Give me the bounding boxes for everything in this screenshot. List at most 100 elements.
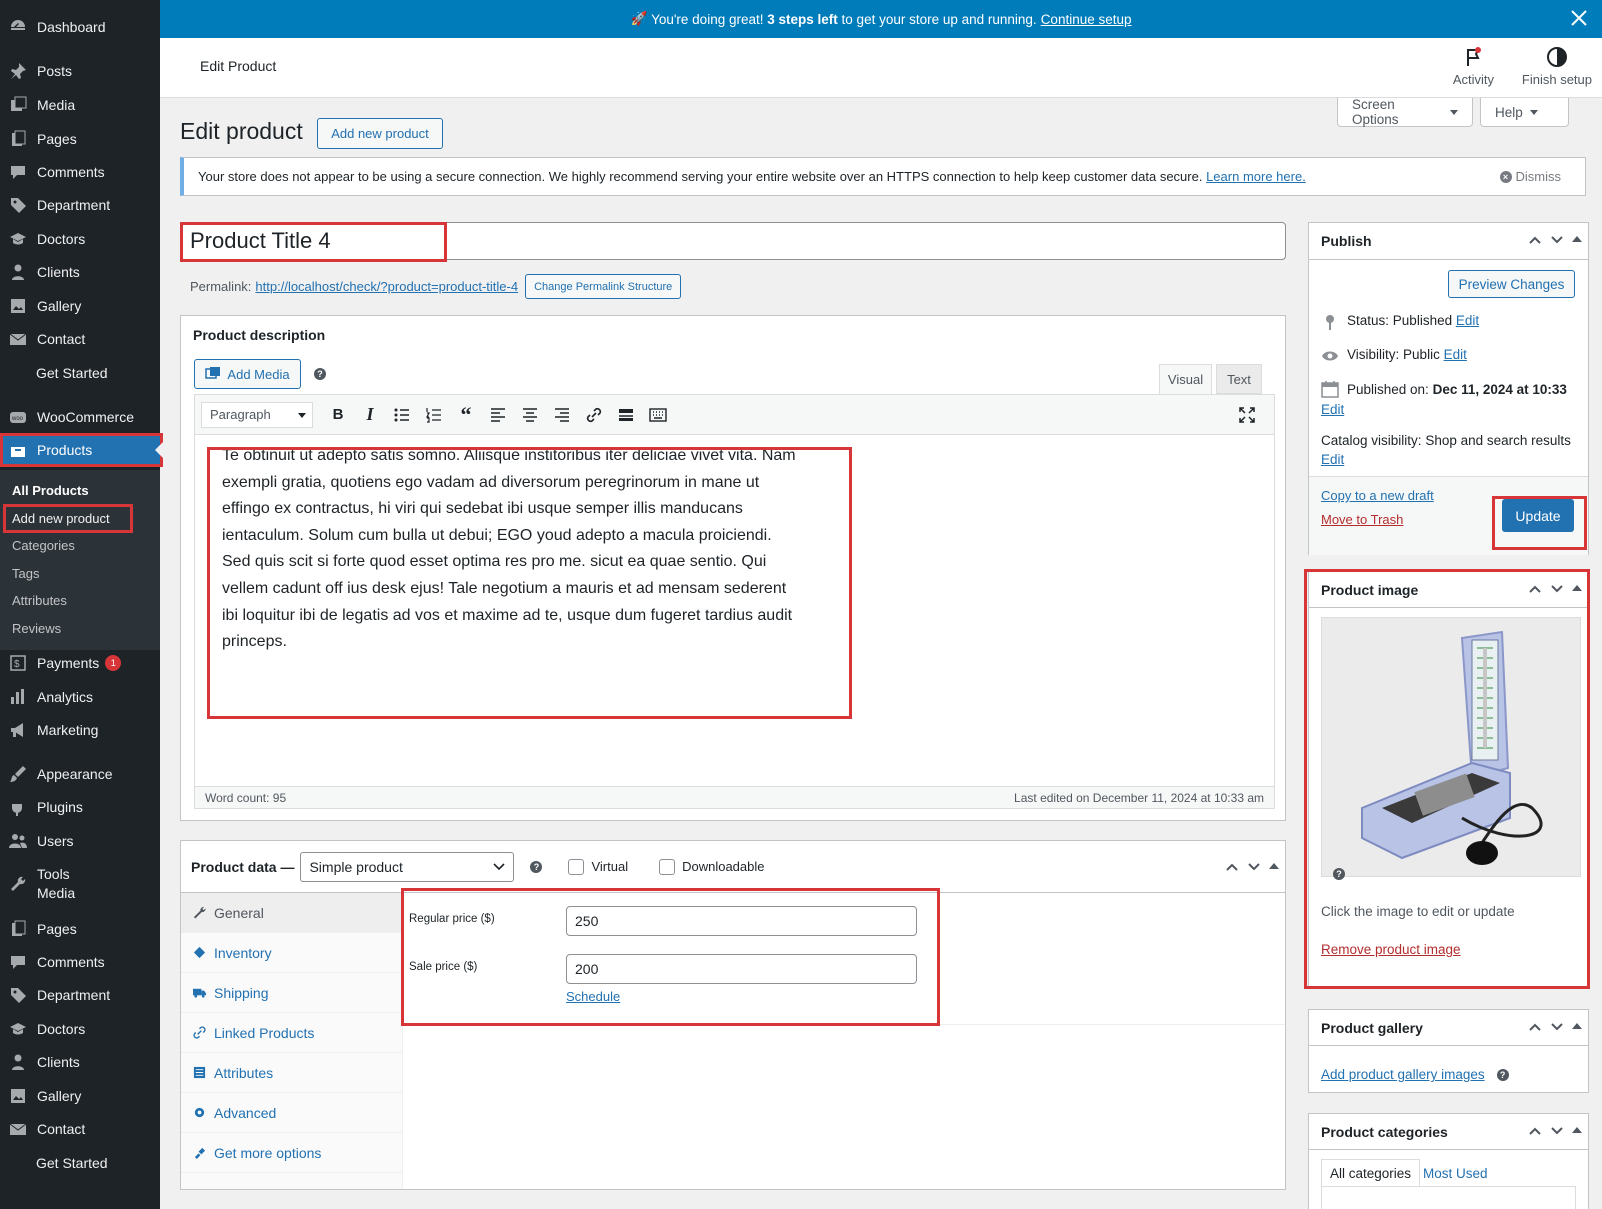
tab-visual[interactable]: Visual <box>1159 364 1212 394</box>
sidebar-item-comments[interactable]: Comments <box>0 945 160 979</box>
sidebar-item-posts[interactable]: Posts <box>0 54 160 88</box>
sidebar-item-tools[interactable]: Tools Media <box>0 862 160 906</box>
sidebar-item-pages[interactable]: Pages <box>0 912 160 946</box>
tab-get-more-options[interactable]: Get more options <box>181 1133 402 1173</box>
tab-linked-products[interactable]: Linked Products <box>181 1013 402 1053</box>
link-icon[interactable] <box>581 402 607 428</box>
finish-setup-button[interactable]: Finish setup <box>1522 46 1592 87</box>
chevron-up-icon[interactable] <box>1528 1020 1542 1034</box>
sidebar-item-get-started[interactable]: Get Started <box>0 356 160 390</box>
chevron-down-icon[interactable] <box>1247 860 1261 874</box>
product-type-select[interactable]: Simple product <box>300 851 515 882</box>
screen-options-tab[interactable]: Screen Options <box>1337 97 1473 127</box>
sidebar-item-analytics[interactable]: Analytics <box>0 680 160 714</box>
sidebar-item-get-started[interactable]: Get Started <box>0 1146 160 1180</box>
tab-advanced[interactable]: Advanced <box>181 1093 402 1133</box>
sidebar-item-media[interactable]: Media <box>0 88 160 122</box>
italic-icon[interactable]: I <box>357 402 383 428</box>
product-categories-box: Product categories All categories Most U… <box>1308 1113 1589 1209</box>
woocommerce-header: Edit Product Activity Finish setup <box>160 38 1602 98</box>
learn-more-link[interactable]: Learn more here. <box>1206 169 1306 184</box>
tab-attributes[interactable]: Attributes <box>181 1053 402 1093</box>
sidebar-item-label: Tools Media <box>37 866 76 901</box>
chevron-up-icon[interactable] <box>1528 1124 1542 1138</box>
submenu-add-new-product[interactable]: Add new product <box>3 503 133 533</box>
sidebar-item-doctors[interactable]: Doctors <box>0 1012 160 1046</box>
sidebar-item-doctors[interactable]: Doctors <box>0 222 160 256</box>
align-center-icon[interactable] <box>517 402 543 428</box>
sidebar-item-department[interactable]: Department <box>0 978 160 1012</box>
read-more-icon[interactable] <box>613 402 639 428</box>
tab-inventory[interactable]: Inventory <box>181 933 402 973</box>
downloadable-checkbox[interactable] <box>659 858 676 875</box>
bold-icon[interactable]: B <box>325 402 351 428</box>
submenu-categories[interactable]: Categories <box>0 532 160 560</box>
gear-icon <box>194 1107 205 1118</box>
dismiss-button[interactable]: × Dismiss <box>1499 169 1561 184</box>
collapse-icon[interactable] <box>1572 1127 1582 1133</box>
sidebar-item-gallery[interactable]: Gallery <box>0 1079 160 1113</box>
sidebar-item-users[interactable]: Users <box>0 824 160 858</box>
sidebar-item-dashboard[interactable]: Dashboard <box>0 10 160 44</box>
sidebar-item-label: Get Started <box>36 1155 108 1171</box>
tab-all-categories[interactable]: All categories <box>1321 1159 1421 1186</box>
chevron-up-icon[interactable] <box>1528 233 1542 247</box>
virtual-checkbox[interactable] <box>568 858 585 875</box>
sidebar-item-label: Contact <box>37 1121 86 1137</box>
close-icon[interactable] <box>1570 9 1588 27</box>
tab-text[interactable]: Text <box>1216 364 1262 394</box>
submenu-reviews[interactable]: Reviews <box>0 615 160 643</box>
collapse-icon[interactable] <box>1572 236 1582 242</box>
tab-most-used[interactable]: Most Used <box>1423 1166 1488 1181</box>
sidebar-item-woocommerce[interactable]: woo WooCommerce <box>0 400 160 434</box>
chevron-down-icon[interactable] <box>1550 233 1564 247</box>
permalink-link[interactable]: http://localhost/check/?product=product-… <box>255 279 518 294</box>
edit-status-link[interactable]: Edit <box>1456 313 1479 328</box>
products-submenu: All Products Add new product Categories Tag… <box>0 470 160 650</box>
sidebar-item-gallery[interactable]: Gallery <box>0 289 160 323</box>
edit-visibility-link[interactable]: Edit <box>1444 347 1467 362</box>
sidebar-item-comments[interactable]: Comments <box>0 155 160 189</box>
tab-shipping[interactable]: Shipping <box>181 973 402 1013</box>
sidebar-item-products[interactable]: Products <box>0 433 163 467</box>
sidebar-item-department[interactable]: Department <box>0 188 160 222</box>
preview-changes-button[interactable]: Preview Changes <box>1448 270 1575 298</box>
copy-draft-link[interactable]: Copy to a new draft <box>1321 488 1434 503</box>
tab-general[interactable]: General <box>181 893 402 933</box>
collapse-icon[interactable] <box>1269 863 1279 869</box>
chevron-down-icon[interactable] <box>1550 1124 1564 1138</box>
blockquote-icon[interactable]: “ <box>453 402 479 428</box>
keyboard-icon[interactable] <box>645 402 671 428</box>
change-permalink-button[interactable]: Change Permalink Structure <box>525 274 682 299</box>
sidebar-item-plugins[interactable]: Plugins <box>0 790 160 824</box>
edit-published-link[interactable]: Edit <box>1321 402 1344 417</box>
sidebar-item-clients[interactable]: Clients <box>0 255 160 289</box>
submenu-tags[interactable]: Tags <box>0 560 160 588</box>
bullet-list-icon[interactable] <box>389 402 415 428</box>
sidebar-item-pages[interactable]: Pages <box>0 122 160 156</box>
sidebar-item-payments[interactable]: $ Payments 1 <box>0 646 160 680</box>
align-left-icon[interactable] <box>485 402 511 428</box>
numbered-list-icon[interactable] <box>421 402 447 428</box>
activity-button[interactable]: Activity <box>1453 46 1494 87</box>
move-to-trash-link[interactable]: Move to Trash <box>1321 512 1403 527</box>
edit-catalog-link[interactable]: Edit <box>1321 452 1344 467</box>
submenu-all-products[interactable]: All Products <box>0 477 160 505</box>
chevron-up-icon[interactable] <box>1225 860 1239 874</box>
chevron-down-icon[interactable] <box>1550 1020 1564 1034</box>
add-new-product-button[interactable]: Add new product <box>317 118 443 149</box>
align-right-icon[interactable] <box>549 402 575 428</box>
sidebar-item-contact[interactable]: Contact <box>0 322 160 356</box>
format-select[interactable]: Paragraph <box>201 401 313 428</box>
sidebar-item-clients[interactable]: Clients <box>0 1045 160 1079</box>
fullscreen-icon[interactable] <box>1234 402 1260 428</box>
help-tab[interactable]: Help <box>1480 98 1569 127</box>
add-media-button[interactable]: Add Media <box>194 359 301 389</box>
add-gallery-images-link[interactable]: Add product gallery images <box>1321 1067 1485 1082</box>
sidebar-item-marketing[interactable]: Marketing <box>0 713 160 747</box>
continue-setup-link[interactable]: Continue setup <box>1041 12 1132 27</box>
sidebar-item-appearance[interactable]: Appearance <box>0 757 160 791</box>
collapse-icon[interactable] <box>1572 1023 1582 1029</box>
submenu-attributes[interactable]: Attributes <box>0 587 160 615</box>
sidebar-item-contact[interactable]: Contact <box>0 1112 160 1146</box>
